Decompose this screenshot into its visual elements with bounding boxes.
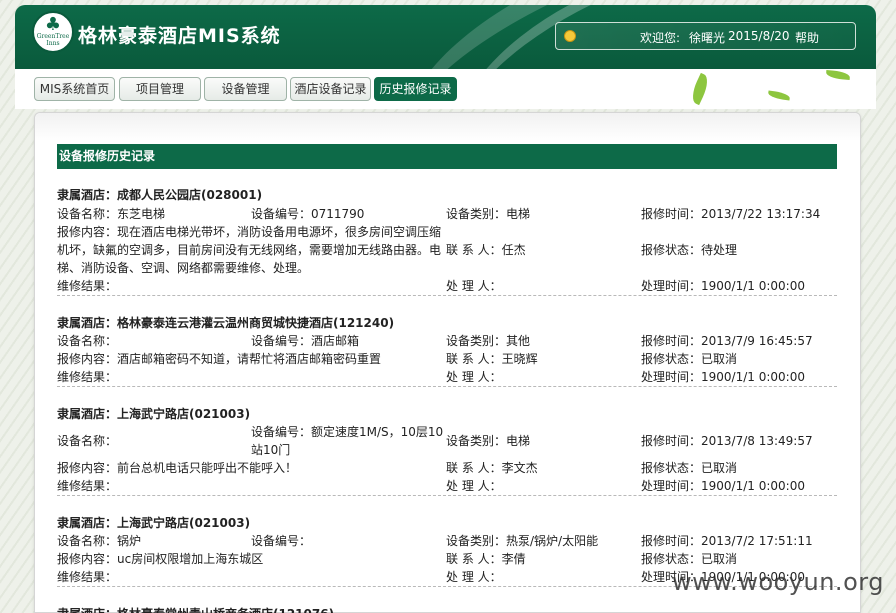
watermark: www.wooyun.org [672,568,884,596]
logo-text: GreenTree Inns [36,33,70,47]
report-time: 报修时间：2013/7/22 13:17:34 [641,207,821,221]
report-content: 报修内容：酒店邮箱密码不知道，请帮忙将酒店邮箱密码重置 [57,352,382,366]
handler: 处 理 人： [446,370,502,384]
handler: 处 理 人： [446,279,502,293]
handle-time: 处理时间：1900/1/1 0:00:00 [641,279,805,293]
hotel-name: 隶属酒店：成都人民公园店(028001) [57,188,263,202]
report-status: 报修状态：待处理 [641,243,738,257]
handle-time: 处理时间：1900/1/1 0:00:00 [641,370,805,384]
repair-record: 隶属酒店：格林豪泰常州青山桥商务酒店(121076) [57,605,837,613]
tab-repair-history[interactable]: 历史报修记录 [374,77,457,101]
content-panel: 设备报修历史记录 隶属酒店：成都人民公园店(028001) 设备名称：东芝电梯 … [34,112,861,613]
repair-result: 维修结果： [57,479,118,493]
tab-mis-home[interactable]: MIS系统首页 [34,77,115,101]
device-type: 设备类别：电梯 [446,207,531,221]
hotel-name: 隶属酒店：格林豪泰连云港灌云温州商贸城快捷酒店(121240) [57,316,395,330]
device-type: 设备类别：热泵/锅炉/太阳能 [446,534,599,548]
tree-icon: ♣ [44,14,62,35]
tab-hotel-equipment-records[interactable]: 酒店设备记录 [290,77,371,101]
device-type: 设备类别：其他 [446,334,531,348]
hotel-name: 隶属酒店：格林豪泰常州青山桥商务酒店(121076) [57,605,334,613]
report-content: 报修内容：uc房间权限增加上海东城区 [57,552,264,566]
panel-shade [35,113,860,141]
device-type: 设备类别：电梯 [446,434,531,448]
device-name: 设备名称： [57,434,118,448]
report-status: 报修状态：已取消 [641,352,738,366]
repair-result: 维修结果： [57,570,118,584]
report-time: 报修时间：2013/7/9 16:45:57 [641,334,813,348]
section-title: 设备报修历史记录 [57,144,837,169]
welcome-label: 欢迎您: [640,31,681,45]
greentree-logo: ♣ GreenTree Inns [32,11,74,53]
report-time: 报修时间：2013/7/8 13:49:57 [641,434,813,448]
repair-result: 维修结果： [57,370,118,384]
contact-person: 联 系 人：王晓辉 [446,352,538,366]
report-content: 报修内容：现在酒店电梯光带坏，消防设备用电源坏，很多房间空调压缩机坏，缺氟的空调… [57,225,442,275]
device-name: 设备名称：东芝电梯 [57,207,166,221]
device-name: 设备名称：锅炉 [57,534,142,548]
username: 徐曙光 [689,31,726,45]
device-number: 设备编号： [251,534,312,548]
help-link[interactable]: 帮助 [795,29,819,46]
report-content: 报修内容：前台总机电话只能呼出不能呼入！ [57,461,298,475]
contact-person: 联 系 人：李文杰 [446,461,538,475]
handler: 处 理 人： [446,479,502,493]
user-bar: 欢迎您: 徐曙光 2015/8/20 帮助 [555,22,856,50]
hotel-name: 隶属酒店：上海武宁路店(021003) [57,407,251,421]
contact-person: 联 系 人：任杰 [446,243,526,257]
report-status: 报修状态：已取消 [641,461,738,475]
tab-equipment-management[interactable]: 设备管理 [204,77,287,101]
repair-record: 隶属酒店：上海武宁路店(021003) 设备名称： 设备编号：额定速度1M/S，… [57,405,837,496]
contact-person: 联 系 人：李倩 [446,552,526,566]
tab-project-management[interactable]: 项目管理 [119,77,201,101]
device-number: 设备编号：额定速度1M/S，10层10站10门 [251,425,444,457]
repair-record: 隶属酒店：格林豪泰连云港灌云温州商贸城快捷酒店(121240) 设备名称： 设备… [57,314,837,387]
hotel-name: 隶属酒店：上海武宁路店(021003) [57,516,251,530]
repair-result: 维修结果： [57,279,118,293]
report-time: 报修时间：2013/7/2 17:51:11 [641,534,813,548]
system-title: 格林豪泰酒店MIS系统 [78,25,281,47]
handler: 处 理 人： [446,570,502,584]
header-banner: ♣ GreenTree Inns 格林豪泰酒店MIS系统 欢迎您: 徐曙光 20… [15,5,876,69]
repair-record: 隶属酒店：成都人民公园店(028001) 设备名称：东芝电梯 设备编号：0711… [57,186,837,296]
device-number: 设备编号：酒店邮箱 [251,334,360,348]
device-number: 设备编号：0711790 [251,207,365,221]
handle-time: 处理时间：1900/1/1 0:00:00 [641,479,805,493]
report-status: 报修状态：已取消 [641,552,738,566]
smiley-icon [564,30,576,42]
device-name: 设备名称： [57,334,118,348]
current-date: 2015/8/20 [728,29,790,43]
